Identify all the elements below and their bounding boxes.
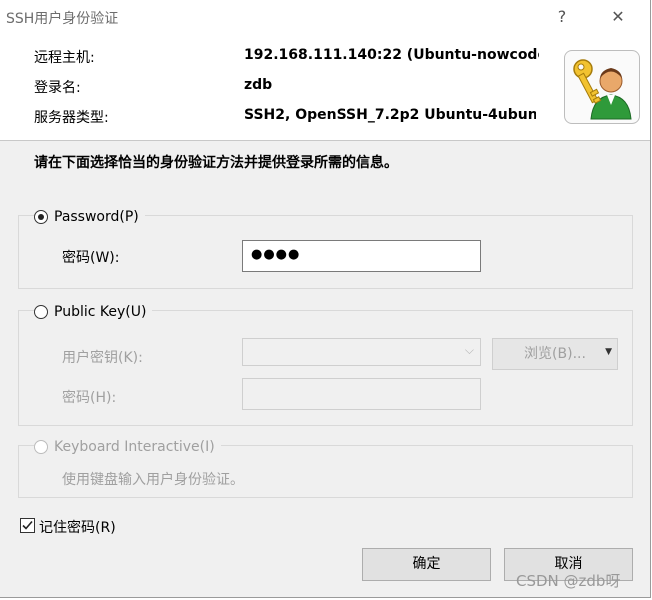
keyboard-interactive-radio-label: Keyboard Interactive(I) xyxy=(54,439,215,455)
password-radio[interactable]: Password(P) xyxy=(34,206,145,228)
server-type-value: SSH2, OpenSSH_7.2p2 Ubuntu-4ubuntu2 xyxy=(244,107,536,123)
public-key-radio-indicator[interactable] xyxy=(34,305,48,319)
ssh-auth-dialog: SSH用户身份验证 ? ✕ 远程主机: 192.168.111.140:22 (… xyxy=(0,0,651,598)
password-label: 密码(W): xyxy=(62,250,120,266)
password-radio-indicator[interactable] xyxy=(34,210,48,224)
title-bar: SSH用户身份验证 ? ✕ xyxy=(0,0,650,34)
passphrase-input[interactable] xyxy=(242,378,481,410)
user-key-label: 用户密钥(K): xyxy=(62,350,143,366)
remember-password-label: 记住密码(R) xyxy=(39,520,116,536)
login-name-label: 登录名: xyxy=(34,80,81,96)
login-name-value: zdb xyxy=(244,77,273,93)
browse-button-label: 浏览(B)... xyxy=(524,346,586,362)
ok-button[interactable]: 确定 xyxy=(362,548,491,581)
chevron-down-icon: ⌵ xyxy=(464,343,474,357)
passphrase-label: 密码(H): xyxy=(62,390,117,406)
public-key-radio-label: Public Key(U) xyxy=(54,304,147,320)
connection-info-header: 远程主机: 192.168.111.140:22 (Ubuntu-nowcode… xyxy=(0,34,650,141)
csdn-watermark: CSDN @zdb呀 xyxy=(516,572,621,590)
keyboard-interactive-description: 使用键盘输入用户身份验证。 xyxy=(62,472,244,488)
user-key-icon xyxy=(564,50,640,124)
instruction-text: 请在下面选择恰当的身份验证方法并提供登录所需的信息。 xyxy=(34,155,398,171)
remote-host-label: 远程主机: xyxy=(34,50,95,66)
dropdown-arrow-icon: ▼ xyxy=(605,347,612,357)
checkmark-icon xyxy=(22,520,33,530)
window-title: SSH用户身份验证 xyxy=(6,11,119,27)
remember-password-checkbox[interactable] xyxy=(20,518,35,533)
browse-button[interactable]: 浏览(B)... ▼ xyxy=(492,338,618,370)
user-key-select[interactable]: ⌵ xyxy=(242,338,481,366)
password-radio-label: Password(P) xyxy=(54,209,139,225)
keyboard-interactive-radio-indicator[interactable] xyxy=(34,440,48,454)
server-type-label: 服务器类型: xyxy=(34,110,109,126)
keyboard-interactive-radio[interactable]: Keyboard Interactive(I) xyxy=(34,436,221,458)
help-button[interactable]: ? xyxy=(542,4,582,30)
public-key-radio[interactable]: Public Key(U) xyxy=(34,301,153,323)
close-button[interactable]: ✕ xyxy=(598,4,638,30)
remote-host-value: 192.168.111.140:22 (Ubuntu-nowcoder) xyxy=(244,47,539,63)
password-input[interactable]: ●●●● xyxy=(242,240,481,272)
